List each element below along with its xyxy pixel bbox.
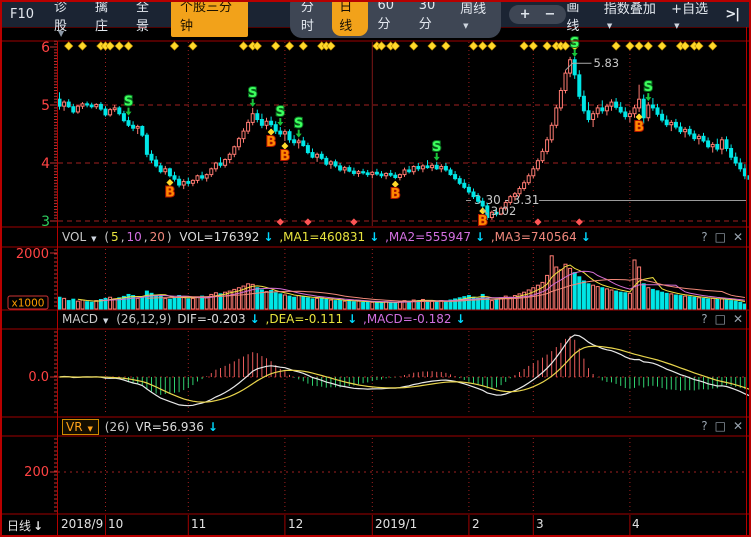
period-selector: 分时 日线 60分 30分 周线▼ [290,0,501,38]
toolbar: F10 诊股 擒庄 全景 个股三分钟 分时 日线 60分 30分 周线▼ + −… [2,2,749,27]
help-icon[interactable]: ? [701,312,707,326]
zoom-controls: + − [509,5,567,24]
vol-ma1-value: ,MA1=460831 [279,230,365,244]
maximize-icon[interactable]: □ [715,312,726,326]
zoom-in-button[interactable]: + [520,7,531,22]
macd-panel-header: MACD▼ (26,12,9) DIF=-0.203↓ ,DEA=-0.111↓… [62,312,468,326]
help-icon[interactable]: ? [701,419,707,433]
month-label: 4 [632,517,640,531]
add-watchlist-button[interactable]: +自选▼ [671,0,710,32]
toolbar-left-tabs: F10 诊股 擒庄 全景 [10,0,157,34]
down-arrow-icon: ↓ [208,420,218,434]
svg-text:S: S [248,86,257,101]
macd-dif-value: DIF=-0.203 [177,312,245,326]
svg-text:S: S [432,140,441,155]
collapse-right-icon[interactable]: >| [725,7,739,22]
period-60min[interactable]: 60分 [370,0,409,34]
chevron-down-icon: ▼ [674,22,679,30]
down-arrow-icon: ↓ [581,230,591,244]
down-arrow-icon: ↓ [263,230,273,244]
toolbar-right: 画线 指数叠加▼ +自选▼ >| [566,0,739,34]
svg-text:S: S [570,36,579,51]
period-fenshi[interactable]: 分时 [294,0,330,36]
chevron-down-icon: ▼ [463,22,468,30]
macd-dea-value: ,DEA=-0.111 [266,312,344,326]
vol-value: VOL=176392 [179,230,259,244]
vol-indicator-label[interactable]: VOL▼ [62,230,99,244]
svg-text:3: 3 [41,214,50,230]
maximize-icon[interactable]: □ [715,419,726,433]
index-overlay-button[interactable]: 指数叠加▼ [604,0,656,32]
down-arrow-icon: ↓ [456,312,466,326]
svg-text:200: 200 [24,465,49,480]
svg-text:S: S [124,95,133,110]
svg-text:S: S [276,105,285,120]
macd-panel-buttons: ? □ ✕ [694,312,743,326]
vr-params: (26) [105,420,130,434]
macd-params: (26,12,9) [116,312,171,326]
tab-qinzhuang[interactable]: 擒庄 [95,0,116,34]
down-arrow-icon: ↓ [250,312,260,326]
time-axis: 日线↓ 2018/9 10 11 12 2019/1 2 3 4 [0,515,751,535]
zoom-out-button[interactable]: − [544,7,555,22]
chevron-down-icon: ▼ [607,22,612,30]
close-icon[interactable]: ✕ [733,312,743,326]
period-30min[interactable]: 30分 [412,0,451,34]
stock-3min-button[interactable]: 个股三分钟 [171,0,248,37]
macd-macd-value: ,MACD=-0.182 [363,312,452,326]
vr-indicator-label[interactable]: VR▼ [62,419,99,435]
close-icon[interactable]: ✕ [733,419,743,433]
month-label: 10 [108,517,123,531]
draw-line-button[interactable]: 画线 [566,0,589,34]
svg-text:B: B [280,149,290,164]
svg-text:0.0: 0.0 [28,370,49,385]
chevron-down-icon: ▼ [103,317,108,325]
svg-text:4: 4 [41,156,50,172]
main-indicator-dropdown-icon[interactable]: ▼ [58,29,64,38]
svg-text:B: B [165,186,175,201]
vol-panel-buttons: ? □ ✕ [694,230,743,244]
period-zhouxian[interactable]: 周线▼ [453,0,496,34]
month-label: 12 [288,517,303,531]
month-label: 2 [472,517,480,531]
down-arrow-icon: ↓ [33,519,43,533]
close-icon[interactable]: ✕ [733,230,743,244]
svg-text:B: B [634,120,644,135]
svg-text:x1000: x1000 [12,298,45,310]
vol-panel-header: VOL▼ (5,10,20) VOL=176392↓ ,MA1=460831↓ … [62,230,593,244]
chevron-down-icon: ▼ [91,235,96,243]
vol-ma2-value: ,MA2=555947 [385,230,471,244]
month-label: 3 [536,517,544,531]
svg-text:6: 6 [41,40,50,56]
svg-text:B: B [266,135,276,150]
macd-indicator-label[interactable]: MACD▼ [62,312,110,326]
month-label: 2018/9 [61,517,103,531]
chart-canvas[interactable]: 3.30 - 3.31SSSSSSSBBBBBB5.833.0265432000… [0,0,751,537]
vol-params: (5,10,20) [104,230,173,244]
maximize-icon[interactable]: □ [715,230,726,244]
tab-quanjing[interactable]: 全景 [136,0,157,34]
down-arrow-icon: ↓ [369,230,379,244]
month-label: 11 [191,517,206,531]
svg-text:3.02: 3.02 [491,204,517,218]
tab-f10[interactable]: F10 [10,7,34,22]
svg-text:2000: 2000 [16,247,49,262]
vr-value: VR=56.936 [135,420,204,434]
chevron-down-icon: ▼ [88,425,93,433]
down-arrow-icon: ↓ [475,230,485,244]
vol-ma3-value: ,MA3=740564 [491,230,577,244]
timeframe-indicator[interactable]: 日线↓ [7,517,43,534]
help-icon[interactable]: ? [701,230,707,244]
vr-panel-buttons: ? □ ✕ [694,419,743,433]
month-label: 2019/1 [375,517,417,531]
svg-text:S: S [644,80,653,95]
vr-panel-header: VR▼ (26) VR=56.936 ↓ [62,419,220,435]
svg-text:5.83: 5.83 [594,56,620,70]
svg-text:5: 5 [41,98,50,114]
svg-text:S: S [294,117,303,132]
svg-text:B: B [390,187,400,202]
period-rixian[interactable]: 日线 [332,0,368,36]
down-arrow-icon: ↓ [347,312,357,326]
